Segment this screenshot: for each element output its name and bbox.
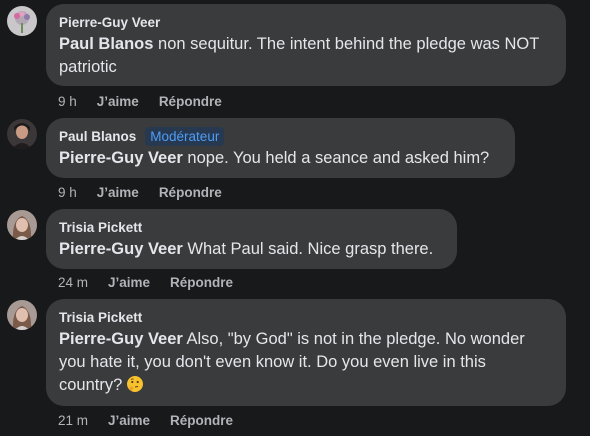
reply-button[interactable]: Répondre	[170, 275, 233, 290]
like-button[interactable]: J’aime	[108, 413, 150, 428]
comment-timestamp[interactable]: 24 m	[58, 275, 88, 290]
mention-link[interactable]: Pierre-Guy Veer	[59, 240, 183, 258]
avatar[interactable]	[7, 119, 37, 149]
moderator-badge: Modérateur	[145, 126, 225, 146]
avatar[interactable]	[7, 300, 37, 330]
like-button[interactable]: J’aime	[108, 275, 150, 290]
mention-link[interactable]: Pierre-Guy Veer	[59, 149, 183, 167]
comment-bubble: Pierre-Guy Veer Paul Blanos non sequitur…	[46, 4, 566, 86]
reply-button[interactable]: Répondre	[159, 94, 222, 109]
mention-link[interactable]: Paul Blanos	[59, 35, 153, 53]
comment-body: nope. You held a seance and asked him?	[182, 149, 490, 167]
thinking-face-icon	[126, 375, 144, 400]
reply-button[interactable]: Répondre	[170, 413, 233, 428]
avatar[interactable]	[7, 6, 37, 36]
comment-bubble: Paul Blanos Modérateur Pierre-Guy Veer n…	[46, 118, 515, 178]
like-button[interactable]: J’aime	[97, 185, 139, 200]
comment-text: Pierre-Guy Veer nope. You held a seance …	[59, 147, 502, 170]
comment-actions: 9 h J’aime Répondre	[58, 92, 222, 110]
comment-author[interactable]: Paul Blanos	[59, 129, 136, 144]
comment-author[interactable]: Pierre-Guy Veer	[59, 15, 160, 30]
comment-timestamp[interactable]: 9 h	[58, 185, 77, 200]
comment-bubble: Trisia Pickett Pierre-Guy Veer What Paul…	[46, 209, 457, 269]
comment-text: Pierre-Guy Veer Also, "by God" is not in…	[59, 328, 553, 400]
mention-link[interactable]: Pierre-Guy Veer	[59, 330, 183, 348]
comment-timestamp[interactable]: 21 m	[58, 413, 88, 428]
like-button[interactable]: J’aime	[97, 94, 139, 109]
comment-text: Paul Blanos non sequitur. The intent beh…	[59, 33, 553, 79]
reply-button[interactable]: Répondre	[159, 185, 222, 200]
comment-actions: 9 h J’aime Répondre	[58, 183, 222, 201]
comment-actions: 21 m J’aime Répondre	[58, 411, 233, 429]
comment-author[interactable]: Trisia Pickett	[59, 310, 142, 325]
avatar[interactable]	[7, 210, 37, 240]
comment-thread: Pierre-Guy Veer Paul Blanos non sequitur…	[0, 0, 590, 436]
comment-bubble: Trisia Pickett Pierre-Guy Veer Also, "by…	[46, 299, 566, 406]
comment-body: What Paul said. Nice grasp there.	[182, 240, 434, 258]
comment-actions: 24 m J’aime Répondre	[58, 273, 233, 291]
comment-timestamp[interactable]: 9 h	[58, 94, 77, 109]
comment-text: Pierre-Guy Veer What Paul said. Nice gra…	[59, 238, 444, 261]
comment-author[interactable]: Trisia Pickett	[59, 220, 142, 235]
